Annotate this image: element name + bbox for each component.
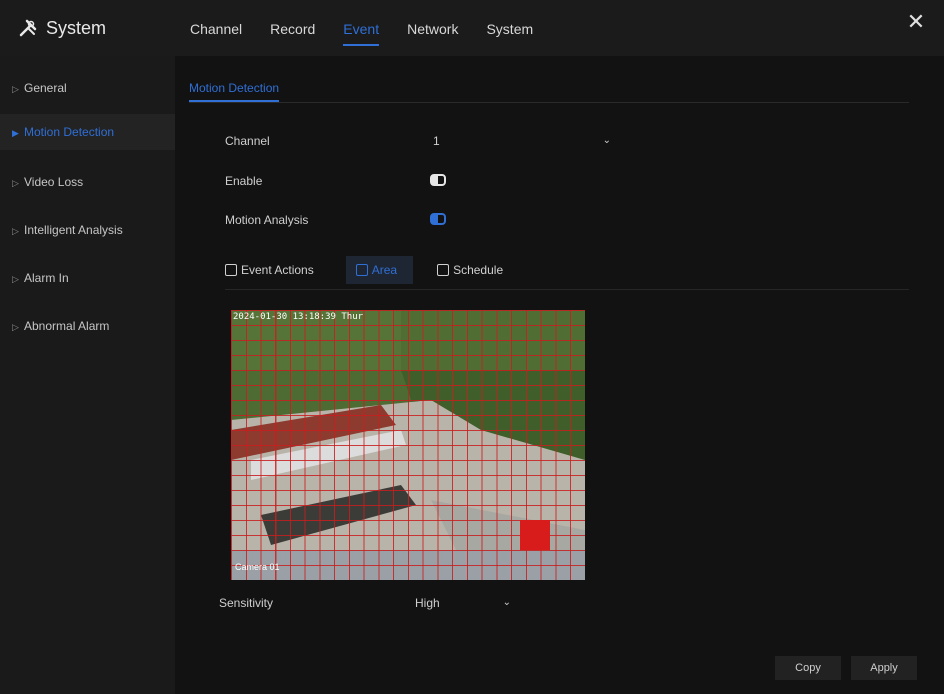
sensitivity-select[interactable]: High ⌄: [415, 592, 515, 614]
close-icon[interactable]: ✕: [904, 10, 928, 34]
tab-system[interactable]: System: [486, 14, 533, 46]
osd-timestamp: 2024-01-30 13:18:39 Thur: [233, 312, 364, 322]
subtab-motion-detection[interactable]: Motion Detection: [189, 78, 280, 102]
channel-select[interactable]: 1 ⌄: [425, 130, 615, 152]
area-icon: [355, 264, 368, 276]
divider: [189, 102, 909, 103]
tab-record[interactable]: Record: [270, 14, 315, 46]
tools-icon: [18, 18, 38, 38]
schedule-icon: [437, 264, 450, 276]
schedule-button[interactable]: Schedule: [437, 256, 511, 284]
area-label: Area: [371, 263, 398, 277]
tab-event[interactable]: Event: [343, 14, 379, 46]
main-panel: Motion Detection Channel 1 ⌄ Enable Moti…: [175, 56, 944, 694]
event-actions-icon: [225, 264, 237, 276]
area-button[interactable]: Area: [345, 256, 414, 284]
sidebar-item-intelligent-analysis[interactable]: ▷ Intelligent Analysis: [0, 212, 175, 248]
chevron-down-icon: ⌄: [602, 135, 611, 146]
sidebar-item-label: Motion Detection: [24, 125, 115, 139]
enable-toggle[interactable]: [430, 174, 446, 186]
caret-right-icon: ▷: [12, 274, 19, 284]
sidebar-item-motion-detection[interactable]: ▶ Motion Detection: [0, 114, 175, 150]
sidebar: ▷ General ▶ Motion Detection ▷ Video Loss ▷…: [0, 56, 175, 694]
motion-analysis-label: Motion Analysis: [225, 213, 309, 227]
channel-label: Channel: [225, 134, 270, 148]
tab-channel[interactable]: Channel: [190, 14, 242, 46]
brand: System: [18, 14, 106, 42]
caret-right-icon: ▷: [12, 322, 19, 332]
copy-button[interactable]: Copy: [775, 656, 841, 680]
caret-right-icon: ▷: [12, 178, 19, 188]
motion-block: [520, 520, 550, 550]
sidebar-item-general[interactable]: ▷ General: [0, 70, 175, 106]
caret-right-icon: ▷: [12, 226, 19, 236]
top-bar: System Channel Record Event Network Syst…: [0, 0, 944, 56]
sidebar-item-label: General: [24, 81, 67, 95]
action-tabs: Event Actions Area Schedule: [225, 256, 511, 284]
sidebar-item-label: Abnormal Alarm: [24, 319, 110, 333]
sidebar-item-alarm-in[interactable]: ▷ Alarm In: [0, 260, 175, 296]
motion-analysis-toggle[interactable]: [430, 213, 446, 225]
motion-area-video[interactable]: 2024-01-30 13:18:39 Thur Camera 01: [231, 310, 585, 580]
window-title: System: [46, 17, 107, 38]
apply-button[interactable]: Apply: [851, 656, 917, 680]
tab-network[interactable]: Network: [407, 14, 458, 46]
event-actions-label: Event Actions: [241, 263, 314, 277]
event-actions-button[interactable]: Event Actions: [225, 256, 322, 284]
chevron-down-icon: ⌄: [502, 597, 511, 608]
sidebar-item-label: Intelligent Analysis: [24, 223, 123, 237]
caret-right-icon: ▷: [12, 84, 19, 94]
sidebar-item-label: Video Loss: [24, 175, 84, 189]
sensitivity-label: Sensitivity: [219, 596, 274, 610]
sidebar-item-video-loss[interactable]: ▷ Video Loss: [0, 164, 175, 200]
caret-right-icon: ▶: [12, 128, 19, 138]
sensitivity-value: High: [415, 596, 440, 610]
enable-label: Enable: [225, 174, 263, 188]
schedule-label: Schedule: [453, 263, 504, 277]
app-window: System Channel Record Event Network Syst…: [0, 0, 944, 694]
divider: [225, 289, 909, 290]
channel-value: 1: [433, 134, 440, 148]
osd-channel-name: Camera 01: [235, 562, 280, 572]
sidebar-item-abnormal-alarm[interactable]: ▷ Abnormal Alarm: [0, 308, 175, 344]
top-tabs: Channel Record Event Network System: [190, 14, 533, 46]
sidebar-item-label: Alarm In: [24, 271, 69, 285]
